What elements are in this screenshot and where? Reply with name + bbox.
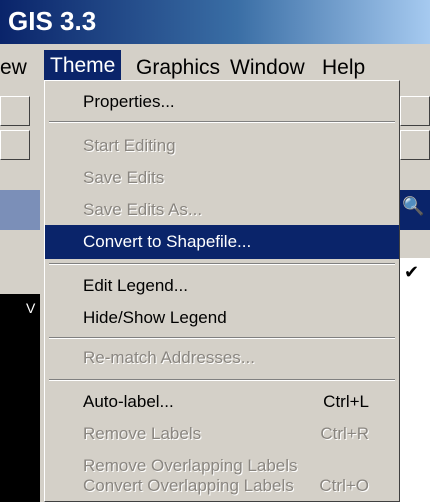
- menu-item-save-edits-as[interactable]: Save Edits As...: [45, 193, 399, 227]
- menu-view[interactable]: ew: [0, 56, 27, 80]
- menu-item-hide-show-legend[interactable]: Hide/Show Legend: [45, 301, 399, 335]
- toc-label: V: [26, 300, 36, 316]
- shortcut-auto-label: Ctrl+L: [323, 392, 369, 411]
- menu-separator: [49, 263, 395, 265]
- theme-menu-dropdown: Properties... Start Editing Save Edits S…: [44, 80, 400, 502]
- menu-item-start-editing[interactable]: Start Editing: [45, 129, 399, 163]
- menu-item-convert-overlapping-labels[interactable]: Convert Overlapping Labels Ctrl+O: [45, 469, 399, 503]
- menu-help[interactable]: Help: [322, 56, 365, 80]
- menu-window[interactable]: Window: [230, 56, 305, 80]
- view-titlebar-right: 🔍: [400, 190, 430, 230]
- shortcut-remove-labels: Ctrl+R: [320, 424, 369, 443]
- menu-item-convert-to-shapefile[interactable]: Convert to Shapefile...: [45, 225, 399, 259]
- menu-separator: [49, 379, 395, 381]
- toolbar-button-right-2[interactable]: [400, 130, 430, 160]
- menu-item-edit-legend[interactable]: Edit Legend...: [45, 269, 399, 303]
- checkbox-icon[interactable]: ✔: [404, 262, 419, 283]
- menu-item-save-edits[interactable]: Save Edits: [45, 161, 399, 195]
- menu-item-remove-labels[interactable]: Remove Labels Ctrl+R: [45, 417, 399, 451]
- shortcut-convert-overlapping: Ctrl+O: [319, 476, 369, 495]
- legend-panel-right: ✔: [400, 258, 430, 502]
- menu-separator: [49, 121, 395, 123]
- menu-separator: [49, 337, 395, 339]
- toolbar-button-properties[interactable]: [0, 96, 30, 126]
- menu-item-rematch-addresses[interactable]: Re-match Addresses...: [45, 341, 399, 375]
- toolbar-button-left[interactable]: [0, 130, 30, 160]
- menu-theme[interactable]: Theme: [44, 50, 122, 82]
- menu-graphics[interactable]: Graphics: [136, 56, 220, 80]
- toolbar-button-right[interactable]: [400, 96, 430, 126]
- table-of-contents-panel: V: [0, 294, 40, 502]
- search-icon: 🔍: [402, 196, 425, 216]
- title-bar: GIS 3.3: [0, 0, 430, 44]
- view-titlebar-left: [0, 190, 40, 230]
- menu-item-auto-label[interactable]: Auto-label... Ctrl+L: [45, 385, 399, 419]
- window-title: GIS 3.3: [8, 6, 97, 36]
- menu-item-properties[interactable]: Properties...: [45, 85, 399, 119]
